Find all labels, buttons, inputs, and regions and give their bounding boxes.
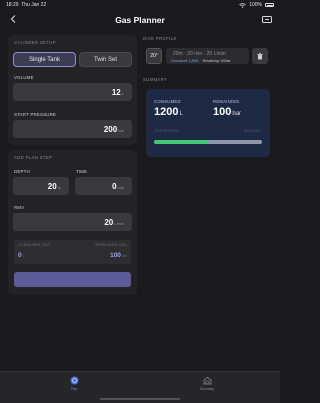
- battery-percent: 100%: [249, 2, 262, 8]
- volume-unit: L: [121, 91, 124, 96]
- cylinder-setup-label: CYLINDER SETUP: [14, 40, 56, 45]
- summary-consumed-label: CONSUMED: [154, 99, 181, 104]
- gas-usage-bar: [154, 140, 262, 144]
- profile-depth-tile[interactable]: 20°: [146, 48, 162, 64]
- time-input[interactable]: 0 min: [75, 177, 132, 195]
- add-plan-step-label: ADD PLAN STEP: [14, 155, 53, 160]
- time-label: TIME: [76, 169, 88, 174]
- summary-remaining-value: 100: [213, 106, 232, 118]
- depth-label: DEPTH: [14, 169, 30, 174]
- start-pressure-unit: bar: [118, 128, 124, 133]
- consumed-gas-value: 0: [18, 252, 22, 259]
- home-indicator: [100, 398, 180, 400]
- summary-tab-icon: [203, 377, 211, 385]
- summary-consumed-value: 1200: [154, 106, 179, 118]
- cylinder-setup-panel: CYLINDER SETUP Single Tank Twin Set VOLU…: [8, 35, 137, 145]
- tab-plan[interactable]: Plan: [44, 376, 104, 400]
- time-unit: min: [117, 185, 124, 190]
- depth-value: 20: [47, 181, 57, 191]
- battery-icon: [265, 3, 274, 7]
- consumed-gas-unit: L: [22, 254, 25, 258]
- gas-planner-screen: 18:29 Thu Jan 22 100% Gas Planner CYLIND…: [0, 0, 280, 403]
- summary-remaining-unit: bar: [232, 111, 242, 117]
- status-bar: 18:29 Thu Jan 22 100%: [0, 0, 280, 10]
- summary-consumed-readout: 1200L: [154, 106, 183, 118]
- wifi-icon: [239, 2, 246, 8]
- status-date: Thu Jan 22: [21, 2, 47, 8]
- volume-label: VOLUME: [14, 75, 34, 80]
- gas-usage-fill: [154, 140, 208, 144]
- sidebar-toggle-icon[interactable]: [262, 16, 272, 23]
- rmv-input[interactable]: 20 L/min: [13, 213, 132, 231]
- rmv-unit: L/min: [114, 221, 124, 226]
- volume-value: 12: [111, 87, 121, 97]
- dive-profile-label: DIVE PROFILE: [143, 36, 177, 41]
- profile-segment-row[interactable]: 20m · 20 min · 20 L/min Consumed: 1,200L…: [166, 48, 249, 64]
- summary-consumed-unit: L: [179, 111, 183, 117]
- status-time: 18:29 Thu Jan 22: [6, 2, 46, 8]
- single-tank-option[interactable]: Single Tank: [13, 52, 76, 67]
- consumed-gas-readout: 0L: [18, 252, 25, 259]
- rmv-value: 20: [104, 217, 114, 227]
- tab-summary-label: Summary: [199, 387, 215, 391]
- remaining-gas-unit: bar: [121, 254, 127, 258]
- delete-segment-button[interactable]: [252, 48, 268, 64]
- remaining-gas-readout: 100bar: [110, 252, 127, 259]
- twin-set-option[interactable]: Twin Set: [79, 52, 132, 67]
- segment-consumed: Consumed: 1,200L: [171, 58, 199, 63]
- tab-plan-label: Plan: [70, 387, 78, 391]
- status-indicators: 100%: [239, 2, 274, 8]
- segment-remaining: Remaining: 100bar: [202, 58, 231, 63]
- nav-header: Gas Planner: [0, 10, 280, 30]
- volume-input[interactable]: 12 L: [13, 83, 132, 101]
- plan-tab-icon: [70, 376, 78, 385]
- page-title: Gas Planner: [115, 15, 165, 25]
- depth-unit: m: [57, 185, 61, 190]
- remaining-gas-label: REMAINING GAS: [95, 243, 127, 247]
- rmv-label: RMV: [14, 205, 25, 210]
- start-pressure-input[interactable]: 200 bar: [13, 120, 132, 138]
- trash-icon: [257, 52, 263, 59]
- consumed-gas-label: CONSUMED GAS: [18, 243, 50, 247]
- start-pressure-value: 200: [103, 124, 118, 134]
- ratio-text: 50%/2000: [243, 129, 260, 133]
- remaining-gas-value: 100: [110, 252, 121, 259]
- gas-preview-box: CONSUMED GAS REMAINING GAS 0L 100bar: [14, 240, 131, 264]
- tab-summary[interactable]: Summary: [177, 376, 237, 400]
- depth-input[interactable]: 20 m: [13, 177, 69, 195]
- reserve-text: 20% RESERVE: [154, 129, 180, 133]
- time-value: 0: [112, 181, 117, 191]
- segment-summary: 20m · 20 min · 20 L/min: [173, 51, 226, 57]
- summary-remaining-readout: 100bar: [213, 106, 241, 118]
- segment-details: Consumed: 1,200L Remaining: 100bar: [171, 59, 231, 63]
- start-pressure-label: START PRESSURE: [14, 112, 57, 117]
- summary-remaining-label: REMAINING: [213, 99, 240, 104]
- summary-card: CONSUMED REMAINING 1200L 100bar 20% RESE…: [146, 89, 270, 157]
- status-clock: 18:29: [6, 2, 19, 8]
- add-step-button[interactable]: [14, 272, 131, 287]
- summary-label: SUMMARY: [143, 77, 168, 82]
